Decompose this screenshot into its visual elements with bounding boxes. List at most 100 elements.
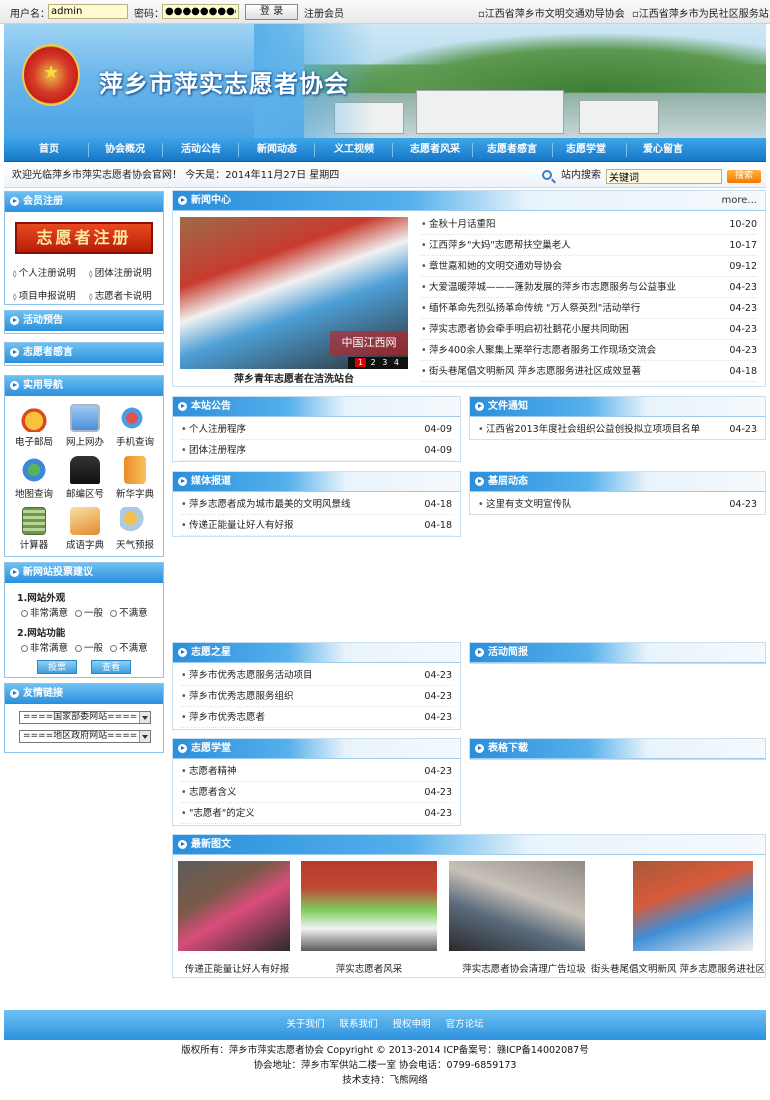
vote-option-radio[interactable]: 一般	[75, 643, 103, 654]
nav-volunteer-feelings[interactable]: 志愿者感言	[477, 138, 547, 162]
gallery-caption[interactable]: 街头巷尾倡文明新风 萍乡志愿服务进社区	[591, 961, 765, 975]
list-item[interactable]: 萍乡志愿者成为城市最美的文明风景线04-18	[181, 495, 452, 515]
more-link[interactable]: more...	[722, 191, 757, 211]
tool-online-office[interactable]: 网上网办	[63, 404, 107, 448]
list-item[interactable]: 萍实志愿者协会牵手明启初社鹅花小屋共同助困04-23	[421, 320, 757, 340]
list-item[interactable]: 街头巷尾倡文明新风 萍乡志愿服务进社区成效显著04-18	[421, 362, 757, 382]
news-slideshow-photo[interactable]: 中国江西网 1 2 3 4	[180, 217, 408, 369]
link-group-register[interactable]: 团体注册说明	[89, 265, 152, 279]
tool-idioms[interactable]: 成语字典	[63, 507, 107, 551]
list-item[interactable]: 缅怀革命先烈弘扬革命传统 "万人祭英烈"活动举行04-23	[421, 299, 757, 319]
footer-link-about[interactable]: 关于我们	[286, 1019, 324, 1030]
gallery-caption[interactable]: 萍实志愿者协会清理广告垃圾	[449, 961, 599, 975]
list-item[interactable]: 萍乡市优秀志愿者04-23	[181, 708, 452, 728]
list-item[interactable]: 金秋十月话重阳10-20	[421, 215, 757, 235]
list-item[interactable]: 大爱温暖萍城———蓬勃发展的萍乡市志愿服务与公益事业04-23	[421, 278, 757, 298]
tool-email[interactable]: 电子邮局	[12, 404, 56, 448]
feelings-header[interactable]: 志愿者感言	[5, 343, 163, 363]
nav-school[interactable]: 志愿学堂	[555, 138, 617, 162]
nav-guestbook[interactable]: 爱心留言	[632, 138, 694, 162]
list-item[interactable]: "志愿者"的定义04-23	[181, 804, 452, 824]
list-item[interactable]: 团体注册程序04-09	[181, 441, 452, 461]
list-item[interactable]: 传递正能量让好人有好报04-18	[181, 516, 452, 536]
phone-icon	[120, 404, 150, 432]
open-book-icon	[70, 507, 100, 535]
login-button[interactable]: 登 录	[245, 4, 298, 20]
monitor-icon	[70, 404, 100, 432]
vote-option-radio[interactable]: 一般	[75, 608, 103, 619]
docs-panel: 文件通知 江西省2013年度社会组织公益创投拟立项项目名单04-23	[469, 396, 766, 440]
regional-sites-select[interactable]: ====地区政府网站====	[19, 730, 151, 743]
panel-header: 媒体报道	[173, 472, 460, 492]
link-project-apply[interactable]: 项目申报说明	[13, 288, 76, 302]
arrow-icon	[475, 402, 484, 411]
tool-map[interactable]: 地图查询	[12, 456, 56, 500]
arrow-icon	[178, 196, 187, 205]
vote-option-radio[interactable]: 不满意	[110, 643, 148, 654]
list-item[interactable]: 萍乡市优秀志愿服务组织04-23	[181, 687, 452, 707]
gallery-photo[interactable]	[633, 861, 753, 951]
vote-option-radio[interactable]: 非常满意	[21, 608, 68, 619]
list-item[interactable]: 江西萍乡"大妈"志愿帮扶空巢老人10-17	[421, 236, 757, 256]
weather-icon	[120, 507, 150, 535]
panel-header: 实用导航	[5, 376, 163, 396]
nav-videos[interactable]: 义工视频	[323, 138, 385, 162]
list-item[interactable]: 萍乡400余人聚集上栗举行志愿者服务工作现场交流会04-23	[421, 341, 757, 361]
tool-dictionary[interactable]: 新华字典	[113, 456, 157, 500]
gallery-photo[interactable]	[449, 861, 585, 951]
search-button[interactable]: 搜索	[727, 170, 761, 183]
nav-news[interactable]: 新闻动态	[246, 138, 308, 162]
tool-calculator[interactable]: 计算器	[12, 507, 56, 551]
main-nav: 首页 协会概况 活动公告 新闻动态 义工视频 志愿者风采 志愿者感言 志愿学堂 …	[4, 138, 766, 162]
gallery-photo[interactable]	[301, 861, 437, 951]
username-input[interactable]	[48, 4, 128, 19]
link-personal-register[interactable]: 个人注册说明	[13, 265, 76, 279]
welcome-bar: 欢迎光临萍乡市萍实志愿者协会官网！ 今天是：2014年11月27日 星期四 站内…	[4, 164, 766, 188]
list-item[interactable]: 志愿者含义04-23	[181, 783, 452, 803]
list-item[interactable]: 萍乡市优秀志愿服务活动项目04-23	[181, 666, 452, 686]
list-item[interactable]: 这里有支文明宣传队04-23	[478, 495, 757, 515]
gallery-caption[interactable]: 萍实志愿者风采	[301, 961, 437, 975]
panel-header[interactable]: 活动简报	[470, 643, 765, 663]
download-panel: 表格下载	[469, 738, 766, 760]
news-photo-caption[interactable]: 萍乡青年志愿者在洁洗站台	[180, 370, 408, 385]
list-item[interactable]: 江西省2013年度社会组织公益创投拟立项项目名单04-23	[478, 420, 757, 440]
nav-volunteer-style[interactable]: 志愿者风采	[400, 138, 470, 162]
vote-option-radio[interactable]: 不满意	[110, 608, 148, 619]
nav-announcements[interactable]: 活动公告	[170, 138, 232, 162]
panel-header: 新闻中心 more...	[173, 191, 765, 211]
footer-link-forum[interactable]: 官方论坛	[446, 1019, 484, 1030]
vote-button[interactable]: 投票	[37, 660, 77, 674]
list-item[interactable]: 章世嘉和她的文明交通劝导协会09-12	[421, 257, 757, 277]
postbox-icon	[70, 456, 100, 484]
view-results-button[interactable]: 查看	[91, 660, 131, 674]
arrow-icon	[178, 477, 187, 486]
preview-header[interactable]: 活动预告	[5, 311, 163, 331]
vote-option-radio[interactable]: 非常满意	[21, 643, 68, 654]
footer-link-license[interactable]: 授权申明	[393, 1019, 431, 1030]
top-link-community[interactable]: ▫江西省萍乡市为民社区服务站	[632, 5, 769, 20]
register-link[interactable]: 注册会员	[304, 5, 344, 20]
volunteer-register-banner[interactable]: 志愿者注册	[15, 222, 153, 254]
gallery-caption[interactable]: 传递正能量让好人有好报	[178, 961, 296, 975]
tool-weather[interactable]: 天气预报	[113, 507, 157, 551]
tool-postcode[interactable]: 邮编区号	[63, 456, 107, 500]
search-input[interactable]	[606, 169, 722, 184]
slide-pager[interactable]: 1 2 3 4	[348, 357, 408, 369]
password-input[interactable]	[162, 4, 239, 19]
panel-header[interactable]: 表格下载	[470, 739, 765, 759]
nav-about[interactable]: 协会概况	[94, 138, 156, 162]
list-item[interactable]: 志愿者精神04-23	[181, 762, 452, 782]
arrow-icon	[178, 402, 187, 411]
site-title: 萍乡市萍实志愿者协会	[99, 70, 349, 98]
ministry-sites-select[interactable]: ====国家部委网站====	[19, 711, 151, 724]
nav-home[interactable]: 首页	[18, 138, 80, 162]
footer-link-contact[interactable]: 联系我们	[339, 1019, 377, 1030]
gallery-photo[interactable]	[178, 861, 290, 951]
arrow-icon	[178, 744, 187, 753]
list-item[interactable]: 个人注册程序04-09	[181, 420, 452, 440]
link-volunteer-card[interactable]: 志愿者卡说明	[89, 288, 152, 302]
address-line: 协会地址：萍乡市军供站二楼一室 协会电话：0799-6859173	[253, 1060, 517, 1071]
top-link-traffic[interactable]: ▫江西省萍乡市文明交通劝导协会	[478, 5, 625, 20]
tool-phone-lookup[interactable]: 手机查询	[113, 404, 157, 448]
